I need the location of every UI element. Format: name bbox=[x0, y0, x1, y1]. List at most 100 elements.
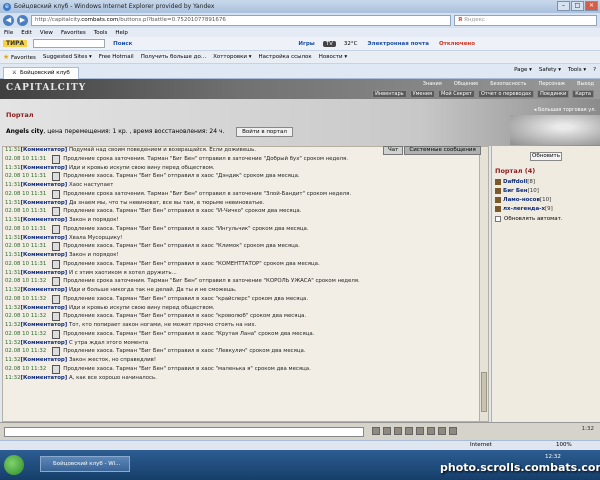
maximize-button[interactable]: □ bbox=[571, 1, 584, 11]
message-author[interactable]: [Комментатор] bbox=[21, 200, 68, 206]
games-button[interactable]: Игры bbox=[296, 41, 316, 47]
menu-file[interactable]: File bbox=[4, 30, 13, 36]
safety-menu[interactable]: Safety ▾ bbox=[539, 67, 561, 73]
message-author[interactable]: [Комментатор] bbox=[21, 235, 68, 241]
link-character[interactable]: Персонаж bbox=[538, 81, 565, 87]
link-transfers[interactable]: Отчет о переводах bbox=[477, 90, 535, 98]
mail-button[interactable]: Электронная почта bbox=[366, 41, 431, 47]
search-input[interactable]: Я Яндекс bbox=[454, 15, 597, 26]
weather-button[interactable]: 32°C bbox=[342, 41, 360, 47]
chat-off-icon[interactable] bbox=[449, 427, 457, 435]
chat-input[interactable] bbox=[4, 427, 364, 437]
favorites-button[interactable]: ★ Favorites bbox=[3, 53, 36, 61]
toolbar-search-button[interactable]: Поиск bbox=[111, 41, 134, 47]
menu-tools[interactable]: Tools bbox=[94, 30, 108, 36]
message-author[interactable]: [Комментатор] bbox=[21, 375, 68, 381]
player-row[interactable]: лх-легенда-х[9] bbox=[495, 205, 597, 214]
message-author[interactable]: [Комментатор] bbox=[21, 252, 68, 258]
fav-suggested-sites[interactable]: Suggested Sites ▾ bbox=[43, 54, 92, 60]
message-author[interactable]: [Комментатор] bbox=[21, 322, 68, 328]
message-author[interactable]: [Комментатор] bbox=[21, 147, 68, 153]
link-battles[interactable]: Поединки bbox=[537, 90, 570, 98]
link-knowledge[interactable]: Знания bbox=[423, 81, 442, 87]
fav-hottorovki[interactable]: Хотторовки ▾ bbox=[213, 54, 251, 60]
forward-button[interactable]: ▶ bbox=[17, 15, 28, 26]
fav-news[interactable]: Новости ▾ bbox=[319, 54, 347, 60]
message-author[interactable]: [Комментатор] bbox=[21, 165, 68, 171]
room-title: Портал (4) bbox=[495, 167, 536, 175]
game-sub-links: Инвентарь Умения Мой Секрет Отчет о пере… bbox=[372, 90, 594, 98]
menu-view[interactable]: View bbox=[40, 30, 53, 36]
page-menu[interactable]: Page ▾ bbox=[514, 67, 532, 73]
market-link[interactable]: ◂ Большая торговая ул. bbox=[534, 107, 596, 113]
menu-help[interactable]: Help bbox=[115, 30, 128, 36]
smiley-icon[interactable] bbox=[372, 427, 380, 435]
minimize-button[interactable]: – bbox=[557, 1, 570, 11]
tab-chat[interactable]: Чат bbox=[383, 146, 404, 155]
start-button[interactable] bbox=[4, 455, 24, 475]
toolbar-search-input[interactable] bbox=[33, 39, 106, 48]
tipa-logo[interactable]: ТИРА bbox=[3, 40, 28, 47]
link-secret[interactable]: Мой Секрет bbox=[438, 90, 475, 98]
message-time: 11:32 bbox=[5, 304, 21, 311]
menu-favorites[interactable]: Favorites bbox=[61, 30, 86, 36]
player-row[interactable]: Daffdoll[8] bbox=[495, 178, 597, 187]
tab-system-messages[interactable]: Системные сообщения bbox=[404, 146, 481, 155]
player-name[interactable]: Ламо-носов bbox=[503, 197, 540, 203]
chat-tools bbox=[372, 427, 457, 435]
message-author[interactable]: [Комментатор] bbox=[21, 357, 68, 363]
link-map[interactable]: Карта bbox=[572, 90, 594, 98]
sound-icon[interactable] bbox=[427, 427, 435, 435]
link-communication[interactable]: Общение bbox=[454, 81, 478, 87]
player-name[interactable]: Daffdoll bbox=[503, 179, 527, 185]
capitalcity-logo: CAPITALCITY bbox=[6, 83, 87, 93]
players-panel: Обновить Портал (4) Daffdoll[8] Биг Бен[… bbox=[491, 146, 600, 422]
back-button[interactable]: ◀ bbox=[3, 15, 14, 26]
settings-icon[interactable] bbox=[416, 427, 424, 435]
message-author[interactable]: [Комментатор] bbox=[21, 340, 68, 346]
message-author[interactable]: [Комментатор] bbox=[21, 287, 68, 293]
player-row[interactable]: Биг Бен[10] bbox=[495, 187, 597, 196]
fav-link-settings[interactable]: Настройка ссылок bbox=[259, 54, 312, 60]
link-security[interactable]: Безопасность bbox=[490, 81, 526, 87]
player-name[interactable]: Биг Бен bbox=[503, 188, 528, 194]
private-icon[interactable] bbox=[383, 427, 391, 435]
message-text: Продление хаоса. Тарман "Биг Бен" отправ… bbox=[63, 365, 311, 372]
filter-icon[interactable] bbox=[405, 427, 413, 435]
fav-hotmail[interactable]: Free Hotmail bbox=[99, 54, 134, 60]
clear-icon[interactable] bbox=[394, 427, 402, 435]
translit-icon[interactable] bbox=[438, 427, 446, 435]
portal-image bbox=[510, 115, 600, 145]
close-button[interactable]: ✕ bbox=[585, 1, 598, 11]
zoom-level[interactable]: 100% bbox=[556, 442, 572, 448]
disabled-status[interactable]: Отключено bbox=[437, 41, 477, 47]
link-inventory[interactable]: Инвентарь bbox=[372, 90, 407, 98]
jail-icon bbox=[52, 364, 61, 374]
auto-refresh[interactable]: Обновлять автомат. bbox=[495, 216, 597, 222]
message-text: А, как все хорошо начиналось. bbox=[68, 374, 157, 381]
message-author[interactable]: [Комментатор] bbox=[21, 217, 68, 223]
fav-get-more[interactable]: Получить больше до... bbox=[141, 54, 206, 60]
tools-menu[interactable]: Tools ▾ bbox=[568, 67, 586, 73]
chat-scrollbar[interactable] bbox=[479, 147, 488, 421]
player-name[interactable]: лх-легенда-х bbox=[503, 206, 545, 212]
message-time: 11:31 bbox=[5, 217, 21, 223]
auto-refresh-checkbox[interactable] bbox=[495, 216, 501, 222]
message-author[interactable]: [Комментатор] bbox=[21, 182, 68, 188]
help-menu[interactable]: ? bbox=[593, 67, 596, 73]
taskbar-window-button[interactable]: Бойцовский клуб - Wi... bbox=[40, 456, 130, 472]
tab-combats[interactable]: ⚔ Бойцовский клуб bbox=[3, 66, 79, 79]
scroll-thumb[interactable] bbox=[481, 372, 487, 412]
tv-button[interactable]: TV bbox=[322, 40, 336, 47]
menu-edit[interactable]: Edit bbox=[21, 30, 32, 36]
player-row[interactable]: Ламо-носов[10] bbox=[495, 196, 597, 205]
link-skills[interactable]: Умения bbox=[409, 90, 435, 98]
refresh-button[interactable]: Обновить bbox=[530, 152, 562, 161]
player-icon bbox=[495, 196, 501, 203]
message-author[interactable]: [Комментатор] bbox=[21, 305, 68, 311]
player-level: [9] bbox=[545, 206, 553, 212]
enter-portal-button[interactable]: Войти в портал bbox=[236, 127, 293, 137]
link-exit[interactable]: Выход bbox=[577, 81, 594, 87]
message-author[interactable]: [Комментатор] bbox=[21, 270, 68, 276]
url-input[interactable]: http://capitalcity.combats.com/buttons.p… bbox=[31, 15, 451, 26]
